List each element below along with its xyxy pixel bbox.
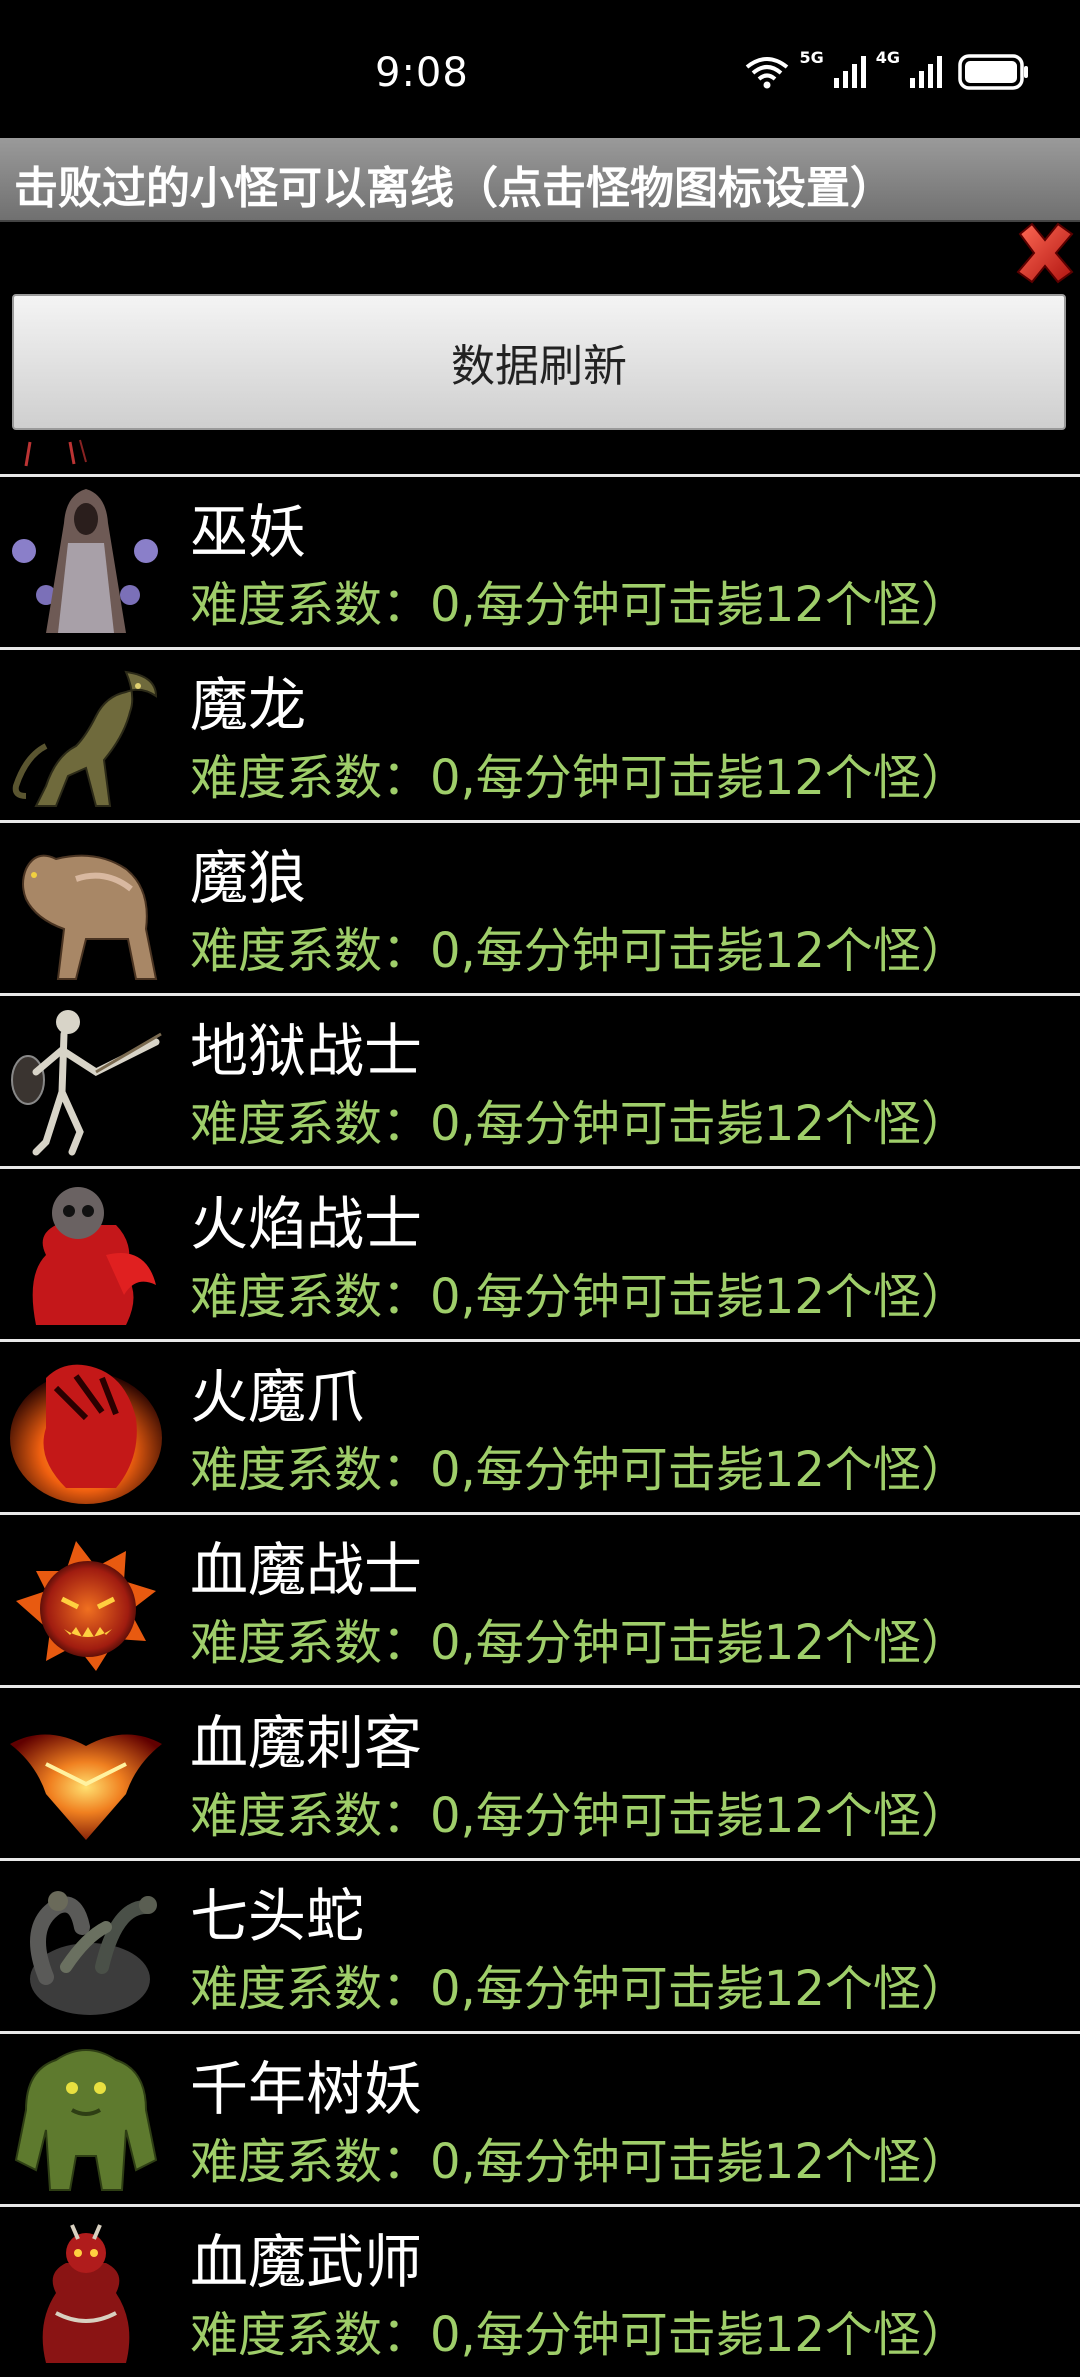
list-item[interactable]: 血魔武师 难度系数：0,每分钟可击毙12个怪） <box>0 2204 1080 2377</box>
list-item[interactable]: 千年树妖 难度系数：0,每分钟可击毙12个怪） <box>0 2031 1080 2204</box>
page-title: 击败过的小怪可以离线（点击怪物图标设置） <box>14 163 894 214</box>
tree-demon-icon[interactable] <box>6 2040 166 2200</box>
monster-description: 难度系数：0,每分钟可击毙12个怪） <box>190 1788 969 1844</box>
list-item[interactable]: 魔狼 难度系数：0,每分钟可击毙12个怪） <box>0 820 1080 993</box>
signal-5g-icon <box>833 56 866 88</box>
status-bar: 9:08 5G 4G <box>0 0 1080 140</box>
monster-name: 血魔武师 <box>190 2228 423 2296</box>
refresh-button[interactable]: 数据刷新 <box>12 294 1066 430</box>
wifi-icon <box>746 57 789 89</box>
hydra-icon[interactable] <box>6 1867 166 2027</box>
blood-martial-icon[interactable] <box>6 2213 166 2373</box>
monster-description: 难度系数：0,每分钟可击毙12个怪） <box>190 1615 969 1671</box>
status-time: 9:08 <box>375 50 469 96</box>
monster-description: 难度系数：0,每分钟可击毙12个怪） <box>190 1096 969 1152</box>
monster-description: 难度系数：0,每分钟可击毙12个怪） <box>190 2134 969 2190</box>
monster-name: 千年树妖 <box>190 2055 423 2123</box>
monster-name: 血魔刺客 <box>190 1709 423 1777</box>
close-x-icon[interactable] <box>1012 220 1078 286</box>
list-item[interactable]: 火魔爪 难度系数：0,每分钟可击毙12个怪） <box>0 1339 1080 1512</box>
monster-name: 巫妖 <box>190 498 307 566</box>
demon-dragon-icon[interactable] <box>6 656 166 816</box>
blood-warrior-icon[interactable] <box>6 1521 166 1681</box>
monster-description: 难度系数：0,每分钟可击毙12个怪） <box>190 577 969 633</box>
demon-wolf-icon[interactable] <box>6 829 166 989</box>
network-label-2: 4G <box>875 48 900 67</box>
list-item[interactable]: 七头蛇 难度系数：0,每分钟可击毙12个怪） <box>0 1858 1080 2031</box>
title-bar: 击败过的小怪可以离线（点击怪物图标设置） <box>0 138 1080 222</box>
list-item[interactable]: 魔龙 难度系数：0,每分钟可击毙12个怪） <box>0 647 1080 820</box>
status-icons: 5G 4G <box>745 50 1030 90</box>
monster-description: 难度系数：0,每分钟可击毙12个怪） <box>190 1961 969 2017</box>
monster-description: 难度系数：0,每分钟可击毙12个怪） <box>190 750 969 806</box>
list-item[interactable]: 巫妖 难度系数：0,每分钟可击毙12个怪） <box>0 474 1080 647</box>
battery-icon <box>958 54 1028 90</box>
blood-assassin-icon[interactable] <box>6 1694 166 1854</box>
fire-claw-icon[interactable] <box>6 1348 166 1508</box>
list-item[interactable]: 火焰战士 难度系数：0,每分钟可击毙12个怪） <box>0 1166 1080 1339</box>
flame-warrior-icon[interactable] <box>6 1175 166 1335</box>
monster-list: 巫妖 难度系数：0,每分钟可击毙12个怪） 魔龙 难度系数：0,每分钟可击毙12… <box>0 474 1080 2377</box>
partial-monster-icon <box>24 439 87 467</box>
signal-4g-icon <box>910 56 942 88</box>
network-label-1: 5G <box>799 48 824 67</box>
lich-icon[interactable] <box>6 483 166 643</box>
monster-name: 地狱战士 <box>190 1017 423 1085</box>
monster-name: 火魔爪 <box>190 1363 365 1431</box>
monster-description: 难度系数：0,每分钟可击毙12个怪） <box>190 2307 969 2363</box>
list-item-partial <box>0 436 1080 474</box>
monster-name: 魔龙 <box>190 671 307 739</box>
monster-description: 难度系数：0,每分钟可击毙12个怪） <box>190 1269 969 1325</box>
monster-description: 难度系数：0,每分钟可击毙12个怪） <box>190 1442 969 1498</box>
monster-description: 难度系数：0,每分钟可击毙12个怪） <box>190 923 969 979</box>
list-item[interactable]: 地狱战士 难度系数：0,每分钟可击毙12个怪） <box>0 993 1080 1166</box>
monster-name: 魔狼 <box>190 844 307 912</box>
monster-name: 火焰战士 <box>190 1190 423 1258</box>
hell-warrior-icon[interactable] <box>6 1002 166 1162</box>
refresh-button-label: 数据刷新 <box>451 341 627 392</box>
monster-name: 七头蛇 <box>190 1882 365 1950</box>
list-item[interactable]: 血魔刺客 难度系数：0,每分钟可击毙12个怪） <box>0 1685 1080 1858</box>
monster-name: 血魔战士 <box>190 1536 423 1604</box>
list-item[interactable]: 血魔战士 难度系数：0,每分钟可击毙12个怪） <box>0 1512 1080 1685</box>
